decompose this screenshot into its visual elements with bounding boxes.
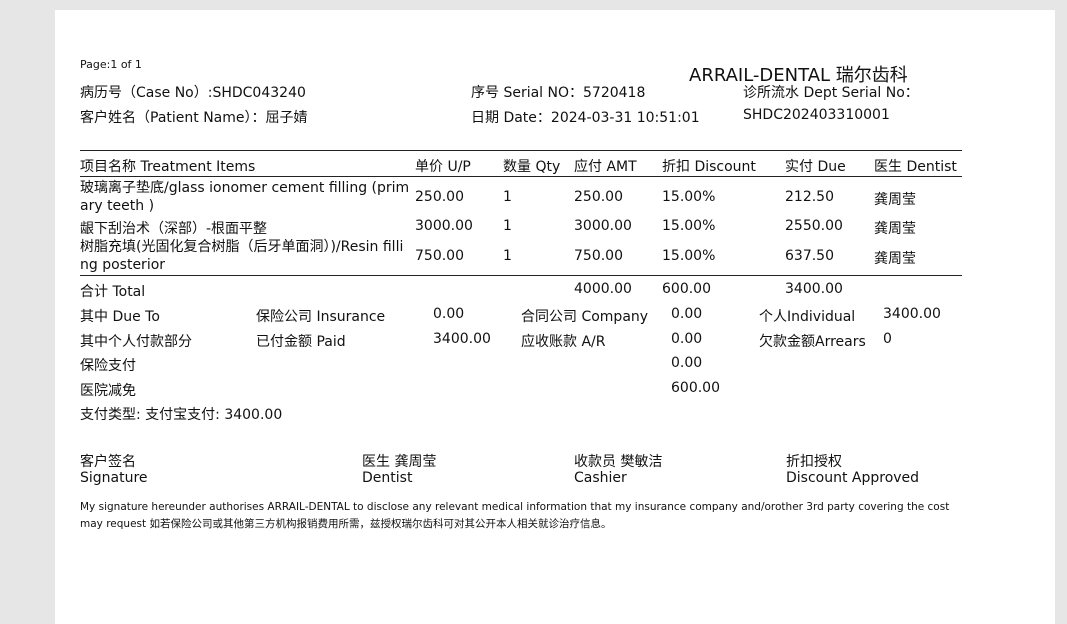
- patient-name: 客户姓名（Patient Name）：屈子婧: [80, 110, 308, 126]
- table-header-rule: [80, 176, 962, 177]
- payment-type: 支付类型: 支付宝支付: 3400.00: [80, 407, 283, 423]
- table-row-3-amount: 750.00: [574, 248, 623, 264]
- table-row-1-qty: 1: [503, 189, 512, 205]
- signature-dentist-en: Dentist: [362, 470, 413, 486]
- signature-cashier: 收款员 樊敏洁 Cashier: [574, 454, 662, 486]
- insurance-pay-label: 保险支付: [80, 358, 136, 374]
- table-row-2-dentist: 龚周莹: [874, 221, 916, 237]
- total-discount: 600.00: [662, 281, 711, 297]
- total-due: 3400.00: [785, 281, 843, 297]
- table-row-3-qty: 1: [503, 248, 512, 264]
- paid-label: 已付金额 Paid: [256, 334, 346, 350]
- insurance-value: 0.00: [433, 306, 465, 322]
- dept-serial-label: 诊所流水 Dept Serial No：: [743, 85, 919, 101]
- table-top-rule: [80, 150, 962, 151]
- signature-customer-cn: 客户签名: [80, 454, 136, 470]
- signature-customer: 客户签名 Signature: [80, 454, 148, 486]
- table-row-1-amount: 250.00: [574, 189, 623, 205]
- table-row-3-dentist: 龚周莹: [874, 251, 916, 267]
- disclaimer-text: My signature hereunder authorises ARRAIL…: [80, 501, 950, 530]
- signature-discount-en: Discount Approved: [786, 470, 920, 486]
- table-row-1-due: 212.50: [785, 189, 834, 205]
- insurance-pay-value: 0.00: [671, 355, 703, 371]
- signature-customer-en: Signature: [80, 470, 148, 486]
- col-header-qty: 数量 Qty: [503, 159, 561, 175]
- personal-part-label: 其中个人付款部分: [80, 334, 192, 350]
- signature-cashier-en: Cashier: [574, 470, 627, 486]
- table-row-3-unit-price: 750.00: [415, 248, 464, 264]
- arrears-label: 欠款金额Arrears: [759, 334, 866, 350]
- individual-value: 3400.00: [883, 306, 941, 322]
- insurance-label: 保险公司 Insurance: [256, 309, 386, 325]
- ar-label: 应收账款 A/R: [521, 334, 606, 350]
- table-row-3-discount: 15.00%: [662, 248, 716, 264]
- signature-cashier-cn: 收款员 樊敏洁: [574, 454, 663, 470]
- company-label: 合同公司 Company: [521, 309, 649, 325]
- table-row-3-item: 树脂充填(光固化复合树脂（后牙单面洞）)/Resin filling poste…: [80, 239, 404, 273]
- dept-serial-value: SHDC202403310001: [743, 107, 890, 123]
- col-header-unit-price: 单价 U/P: [415, 159, 471, 175]
- table-row-1-item: 玻璃离子垫底/glass ionomer cement filling (pri…: [80, 180, 410, 214]
- case-number: 病历号（Case No）:SHDC043240: [80, 85, 306, 101]
- col-header-dentist: 医生 Dentist: [874, 159, 957, 175]
- individual-label: 个人Individual: [759, 309, 856, 325]
- signature-dentist-cn: 医生 龚周莹: [362, 454, 437, 470]
- page-info: Page:1 of 1: [80, 58, 142, 71]
- col-header-discount: 折扣 Discount: [662, 159, 756, 175]
- table-row-1-discount: 15.00%: [662, 189, 716, 205]
- hospital-reduction-value: 600.00: [671, 380, 720, 396]
- due-to-label: 其中 Due To: [80, 309, 160, 325]
- table-bottom-rule: [80, 275, 962, 276]
- serial-number: 序号 Serial NO：5720418: [471, 85, 646, 101]
- receipt-page: Page:1 of 1 ARRAIL-DENTAL 瑞尔齿科 病历号（Case …: [55, 10, 1055, 624]
- signature-discount-approval: 折扣授权 Discount Approved: [786, 454, 919, 486]
- table-row-1-dentist: 龚周莹: [874, 192, 916, 208]
- table-row-2-due: 2550.00: [785, 218, 843, 234]
- col-header-due: 实付 Due: [785, 159, 846, 175]
- table-row-2-discount: 15.00%: [662, 218, 716, 234]
- table-row-3-due: 637.50: [785, 248, 834, 264]
- col-header-item: 项目名称 Treatment Items: [80, 159, 256, 175]
- table-row-2-item: 龈下刮治术（深部）-根面平整: [80, 221, 268, 237]
- table-row-2-amount: 3000.00: [574, 218, 632, 234]
- signature-discount-cn: 折扣授权: [786, 454, 842, 470]
- table-row-2-qty: 1: [503, 218, 512, 234]
- total-label: 合计 Total: [80, 284, 146, 300]
- ar-value: 0.00: [671, 331, 703, 347]
- table-row-2-unit-price: 3000.00: [415, 218, 473, 234]
- company-value: 0.00: [671, 306, 703, 322]
- col-header-amount: 应付 AMT: [574, 159, 637, 175]
- hospital-reduction-label: 医院减免: [80, 383, 136, 399]
- paid-value: 3400.00: [433, 331, 491, 347]
- visit-date: 日期 Date：2024-03-31 10:51:01: [471, 110, 700, 126]
- signature-dentist: 医生 龚周莹 Dentist: [362, 454, 436, 486]
- total-amount: 4000.00: [574, 281, 632, 297]
- table-row-1-unit-price: 250.00: [415, 189, 464, 205]
- arrears-value: 0: [883, 331, 892, 347]
